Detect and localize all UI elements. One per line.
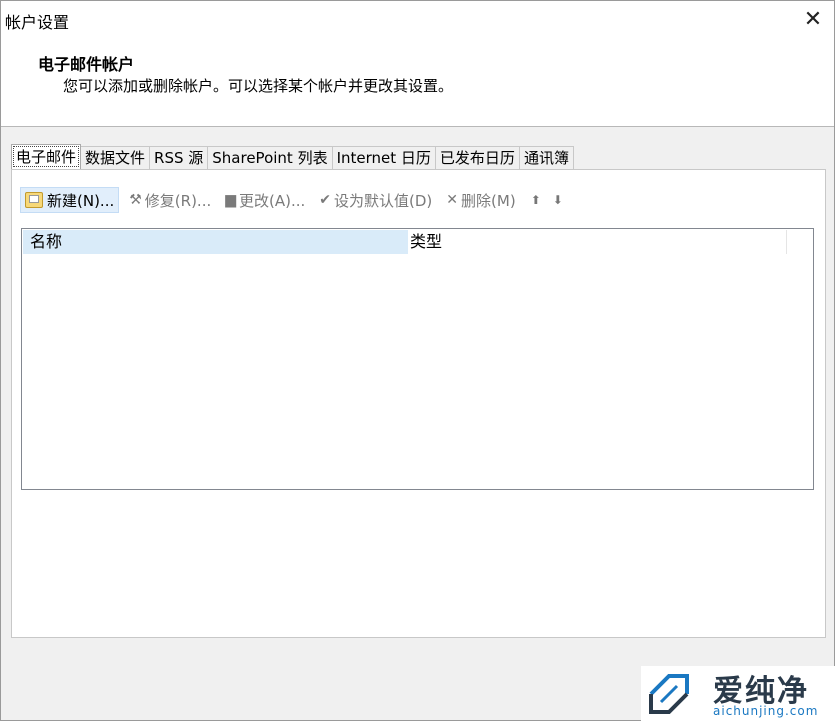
account-toolbar: 新建(N)... ⚒ 修复(R)... ▆ 更改(A)... ✔ 设为默认值(D… <box>20 187 570 213</box>
change-button-label: 更改(A)... <box>239 191 306 210</box>
dialog-header: 电子邮件帐户 您可以添加或删除帐户。可以选择某个帐户并更改其设置。 <box>1 39 834 127</box>
tab-rss-feeds[interactable]: RSS 源 <box>149 146 209 169</box>
remove-button-label: 删除(M) <box>461 191 516 210</box>
remove-icon: ✕ <box>446 192 459 208</box>
set-default-button-label: 设为默认值(D) <box>334 191 433 210</box>
repair-icon: ⚒ <box>129 192 142 208</box>
remove-button[interactable]: ✕ 删除(M) <box>442 188 519 212</box>
new-button-label: 新建(N)... <box>47 191 115 210</box>
account-list[interactable]: 名称 类型 <box>21 228 814 490</box>
tab-sharepoint-lists[interactable]: SharePoint 列表 <box>207 146 333 169</box>
arrow-down-icon: ⬇ <box>552 193 563 207</box>
section-description: 您可以添加或删除帐户。可以选择某个帐户并更改其设置。 <box>63 77 454 95</box>
tab-internet-calendars[interactable]: Internet 日历 <box>331 146 436 169</box>
arrow-up-icon: ⬆ <box>530 193 541 207</box>
title-bar: 帐户设置 ✕ <box>1 1 834 39</box>
change-icon: ▆ <box>225 192 237 208</box>
watermark: 爱纯净 aichunjing.com <box>641 666 835 721</box>
tab-published-calendars[interactable]: 已发布日历 <box>434 146 520 169</box>
new-account-icon <box>25 192 43 208</box>
column-header-name[interactable]: 名称 <box>23 230 408 254</box>
window-title: 帐户设置 <box>5 13 70 32</box>
move-up-button[interactable]: ⬆ <box>526 188 546 212</box>
tab-email[interactable]: 电子邮件 <box>11 144 82 169</box>
change-button[interactable]: ▆ 更改(A)... <box>221 188 309 212</box>
close-icon[interactable]: ✕ <box>796 4 830 36</box>
section-title: 电子邮件帐户 <box>38 55 135 74</box>
column-header-type[interactable]: 类型 <box>408 230 787 254</box>
tab-strip: 电子邮件 数据文件 RSS 源 SharePoint 列表 Internet 日… <box>11 144 574 169</box>
watermark-logo-icon <box>649 674 689 714</box>
check-circle-icon: ✔ <box>319 192 332 208</box>
tab-data-files[interactable]: 数据文件 <box>80 146 151 169</box>
repair-button[interactable]: ⚒ 修复(R)... <box>125 188 215 212</box>
repair-button-label: 修复(R)... <box>144 191 212 210</box>
new-button[interactable]: 新建(N)... <box>20 187 120 213</box>
tab-address-books[interactable]: 通讯簿 <box>518 146 574 169</box>
move-down-button[interactable]: ⬇ <box>548 188 568 212</box>
set-default-button[interactable]: ✔ 设为默认值(D) <box>315 188 436 212</box>
watermark-url: aichunjing.com <box>713 704 819 718</box>
